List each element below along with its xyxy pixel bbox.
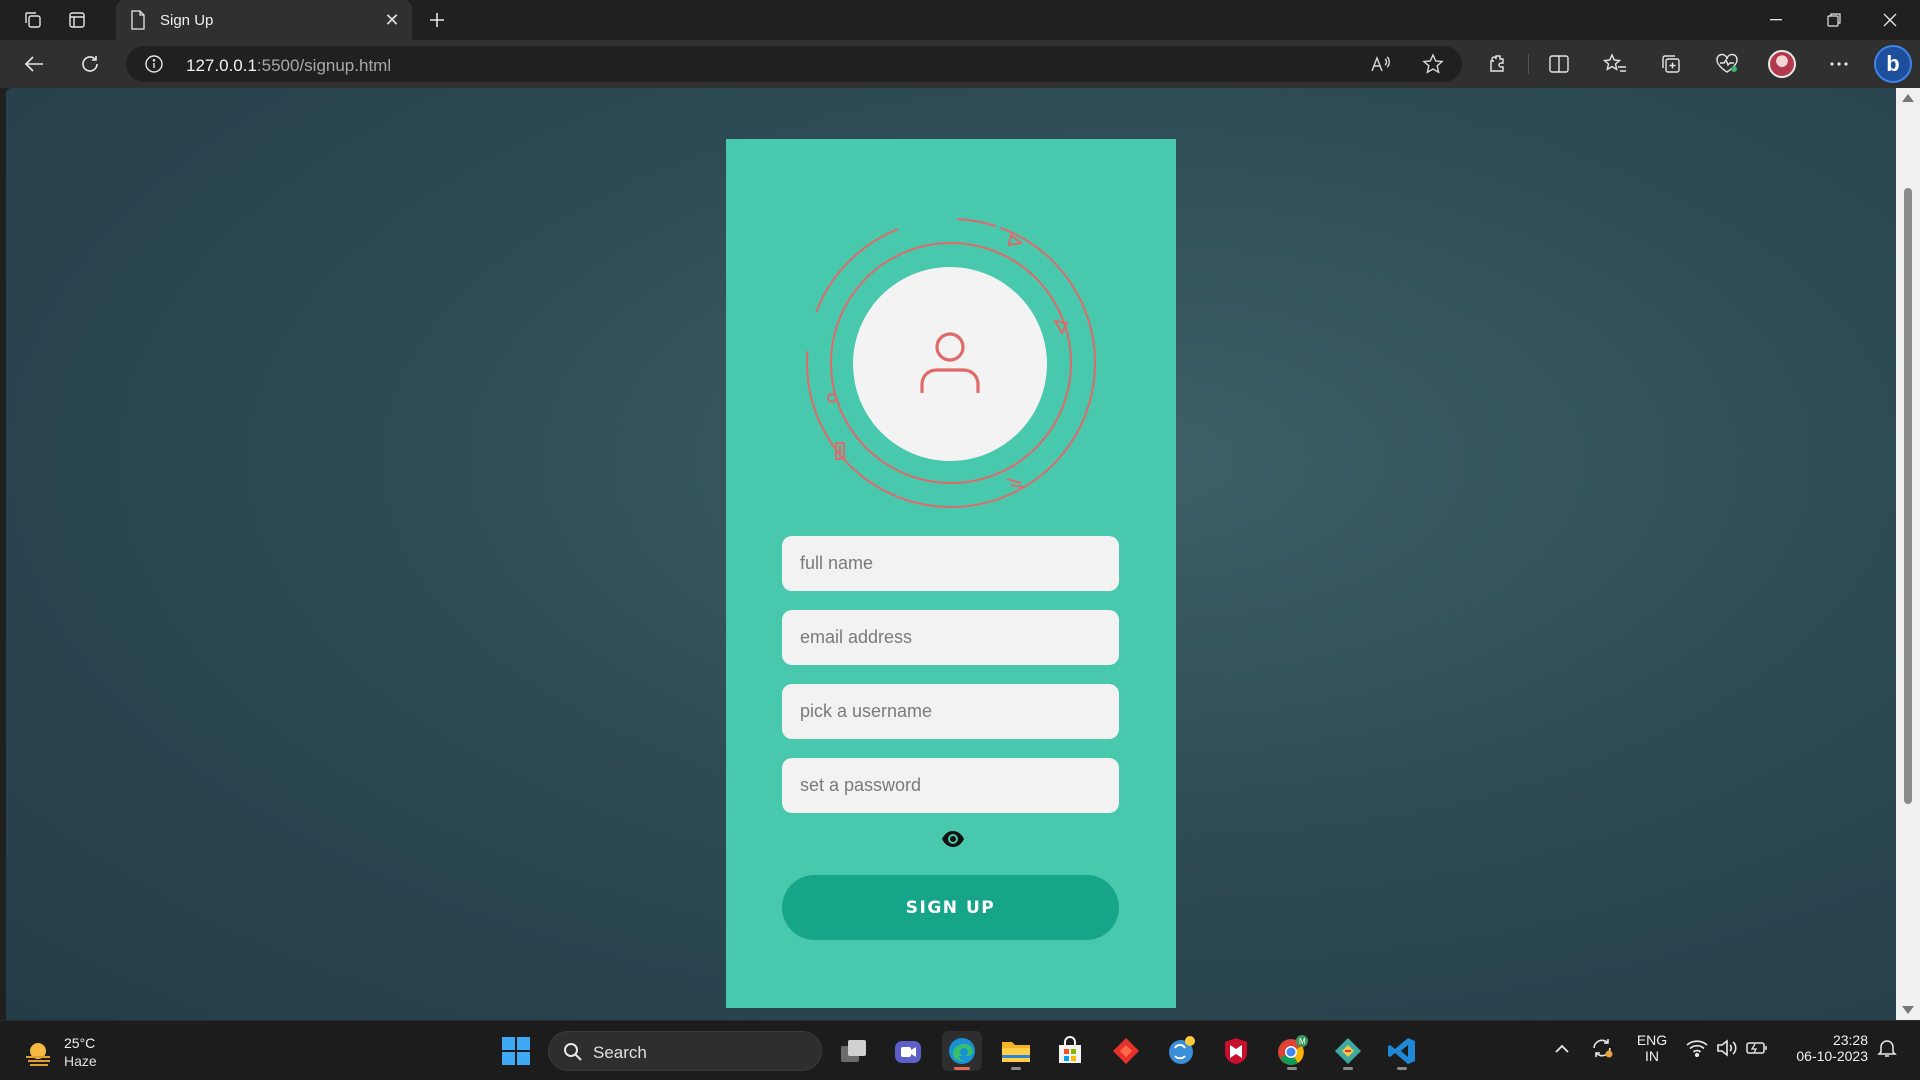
signup-button[interactable]: SIGN UP <box>782 875 1119 940</box>
teams-icon[interactable] <box>888 1031 928 1071</box>
close-icon[interactable]: ✕ <box>380 8 404 32</box>
address-bar[interactable]: 127.0.0.1:5500/signup.html <box>126 46 1462 82</box>
password-input[interactable] <box>782 758 1119 813</box>
window-close-icon[interactable] <box>1862 0 1918 40</box>
scroll-up-icon[interactable] <box>1902 94 1914 102</box>
url-text: 127.0.0.1:5500/signup.html <box>186 56 391 76</box>
url-path: :5500/signup.html <box>256 56 392 75</box>
browser-toolbar: 127.0.0.1:5500/signup.html <box>0 40 1920 88</box>
task-view-icon[interactable] <box>834 1031 874 1071</box>
workspaces-icon[interactable] <box>18 6 48 34</box>
taskbar-search[interactable]: Search <box>548 1031 822 1071</box>
volume-icon[interactable] <box>1714 1033 1740 1063</box>
vscode-icon[interactable] <box>1382 1031 1422 1071</box>
weather-widget[interactable]: 25°C Haze <box>20 1033 140 1073</box>
battery-icon[interactable] <box>1744 1033 1770 1063</box>
lang-line1: ENG <box>1636 1032 1668 1048</box>
clock-date: 06-10-2023 <box>1796 1048 1868 1064</box>
scrollbar[interactable] <box>1896 88 1920 1020</box>
dash-mark <box>1006 478 1024 488</box>
search-label: Search <box>593 1043 647 1062</box>
minimize-icon[interactable] <box>1748 0 1804 40</box>
bing-icon[interactable]: b <box>1874 45 1912 83</box>
tab-actions-icon[interactable] <box>62 6 92 34</box>
microsoft-store-icon[interactable] <box>1050 1031 1090 1071</box>
sync-icon[interactable] <box>1588 1033 1616 1063</box>
taskbar: 25°C Haze Search M ENG IN 23:28 06-10-20… <box>0 1020 1920 1080</box>
input-language[interactable]: ENG IN <box>1632 1032 1672 1064</box>
avatar-circle[interactable] <box>853 267 1047 461</box>
eye-icon[interactable] <box>941 830 965 848</box>
extensions-icon[interactable] <box>1484 50 1514 78</box>
page-viewport: SIGN UP <box>6 88 1896 1020</box>
scroll-down-icon[interactable] <box>1902 1006 1914 1014</box>
dev-tool-icon[interactable] <box>1328 1031 1368 1071</box>
lang-line2: IN <box>1645 1048 1659 1064</box>
explorer-running-indicator <box>1011 1067 1021 1070</box>
page-icon <box>130 10 146 35</box>
info-icon[interactable] <box>144 54 164 79</box>
svg-text:M: M <box>1299 1037 1306 1046</box>
search-icon <box>564 1043 582 1061</box>
windows-start-icon[interactable] <box>502 1037 530 1065</box>
browser-tab-bar: Sign Up ✕ <box>0 0 1920 40</box>
edge-icon[interactable] <box>942 1031 982 1071</box>
chrome-running-indicator <box>1287 1067 1297 1070</box>
user-icon <box>920 332 980 393</box>
scroll-thumb[interactable] <box>1904 188 1912 804</box>
favorites-icon[interactable] <box>1600 50 1630 78</box>
weather-temp: 25°C <box>64 1035 96 1051</box>
avatar[interactable] <box>1768 50 1796 78</box>
collections-icon[interactable] <box>1656 50 1686 78</box>
back-icon[interactable] <box>16 48 52 80</box>
show-hidden-icons[interactable] <box>1550 1033 1574 1063</box>
at-mark <box>827 393 837 403</box>
tab-signup[interactable]: Sign Up ✕ <box>116 0 412 40</box>
chrome-icon[interactable]: M <box>1272 1031 1312 1071</box>
browser-essentials-icon[interactable] <box>1712 50 1742 78</box>
devtool-running-indicator <box>1343 1067 1353 1070</box>
file-explorer-icon[interactable] <box>996 1031 1036 1071</box>
arrow-mark <box>1053 319 1069 336</box>
url-host: 127.0.0.1 <box>186 56 257 75</box>
edge-running-indicator <box>954 1067 970 1070</box>
mcafee-icon[interactable] <box>1216 1031 1256 1071</box>
email-input[interactable] <box>782 610 1119 665</box>
split-screen-icon[interactable] <box>1544 50 1574 78</box>
refresh-icon[interactable] <box>72 48 108 80</box>
vscode-running-indicator <box>1397 1067 1407 1070</box>
anydesk-icon[interactable] <box>1106 1031 1146 1071</box>
more-icon[interactable] <box>1824 50 1854 78</box>
clock[interactable]: 23:28 06-10-2023 <box>1778 1032 1868 1064</box>
new-tab-icon[interactable] <box>422 6 452 34</box>
python-app-icon[interactable] <box>1162 1031 1202 1071</box>
tab-title: Sign Up <box>160 12 214 29</box>
wifi-icon[interactable] <box>1684 1033 1710 1063</box>
weather-icon <box>26 1043 50 1066</box>
read-aloud-icon[interactable] <box>1368 52 1394 76</box>
toolbar-divider <box>1528 54 1529 74</box>
signup-card: SIGN UP <box>726 139 1176 1008</box>
clock-time: 23:28 <box>1832 1032 1868 1048</box>
favorite-star-icon[interactable] <box>1420 52 1446 76</box>
weather-condition: Haze <box>64 1053 97 1069</box>
username-input[interactable] <box>782 684 1119 739</box>
restore-icon[interactable] <box>1806 0 1862 40</box>
fullname-input[interactable] <box>782 536 1119 591</box>
notification-icon[interactable] <box>1874 1033 1900 1063</box>
